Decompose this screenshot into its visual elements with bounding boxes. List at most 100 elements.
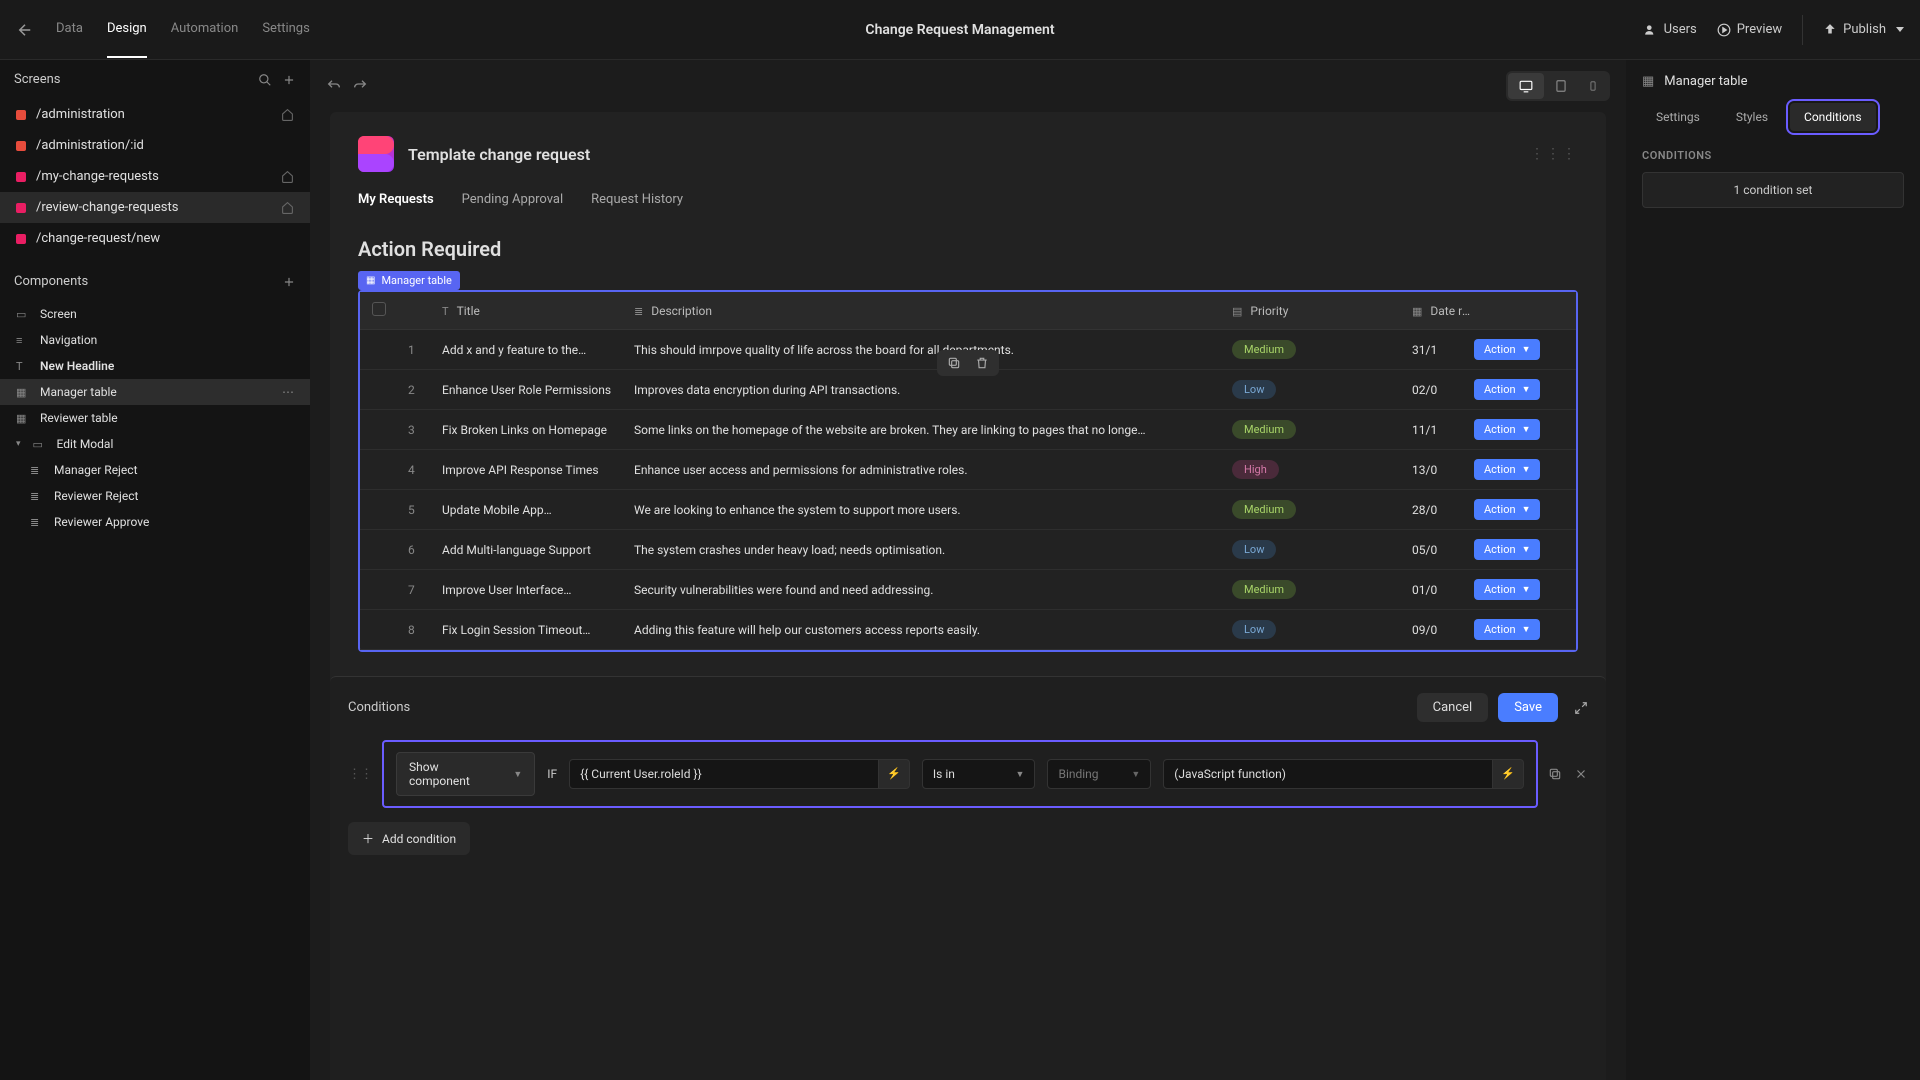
preview-button[interactable]: Preview (1717, 22, 1782, 37)
row-title: Improve User Interface… (442, 583, 634, 597)
priority-badge: Medium (1232, 340, 1296, 359)
tab-conditions[interactable]: Conditions (1790, 103, 1875, 131)
component-item[interactable]: T New Headline (0, 353, 310, 379)
device-tablet[interactable] (1544, 73, 1578, 99)
conditions-section-label: CONDITIONS (1642, 149, 1904, 162)
component-item[interactable]: ≣ Reviewer Reject (0, 483, 310, 509)
bolt-icon[interactable]: ⚡ (879, 759, 910, 789)
table-header: TTitle ≣Description ▤Priority ▦Date requ… (360, 292, 1576, 330)
lhs-input[interactable]: {{ Current User.roleId }} (569, 759, 879, 789)
action-button[interactable]: Action▼ (1474, 379, 1540, 400)
drag-handle-icon[interactable]: ⋮⋮⋮ (1530, 146, 1578, 162)
preview-label: Preview (1737, 22, 1782, 37)
home-icon[interactable] (281, 108, 294, 121)
tab-request-history[interactable]: Request History (591, 192, 683, 207)
expand-icon[interactable]: ▾ (16, 439, 21, 449)
row-date: 02/0 (1412, 383, 1474, 397)
remove-icon[interactable] (1574, 767, 1588, 781)
undo-button[interactable] (326, 78, 342, 94)
table-row[interactable]: 5 Update Mobile App… We are looking to e… (360, 490, 1576, 530)
table-row[interactable]: 6 Add Multi-language Support The system … (360, 530, 1576, 570)
chevron-down-icon: ▼ (1131, 769, 1140, 780)
publish-label: Publish (1843, 22, 1886, 37)
row-number: 4 (408, 463, 442, 477)
component-item[interactable]: ▦ Manager table ⋯ (0, 379, 310, 405)
cancel-button[interactable]: Cancel (1417, 693, 1489, 722)
component-label: Manager table (40, 385, 117, 399)
users-button[interactable]: Users (1644, 22, 1697, 37)
device-mobile[interactable] (1578, 73, 1608, 99)
action-button[interactable]: Action▼ (1474, 419, 1540, 440)
component-item[interactable]: ≡ Navigation (0, 327, 310, 353)
tab-settings[interactable]: Settings (1642, 103, 1714, 131)
delete-icon[interactable] (975, 356, 989, 370)
device-desktop[interactable] (1508, 73, 1544, 99)
add-screen-icon[interactable] (282, 73, 296, 87)
add-condition-button[interactable]: ＋ Add condition (348, 822, 470, 855)
binding-select[interactable]: Binding▼ (1047, 759, 1151, 789)
component-type-icon: ▭ (33, 438, 47, 451)
publish-button[interactable]: Publish (1823, 22, 1904, 37)
duplicate-icon[interactable] (1548, 767, 1562, 781)
nav-automation[interactable]: Automation (171, 1, 239, 58)
search-icon[interactable] (258, 73, 272, 87)
action-button[interactable]: Action▼ (1474, 459, 1540, 480)
manager-table[interactable]: TTitle ≣Description ▤Priority ▦Date requ… (358, 290, 1578, 652)
condition-set-button[interactable]: 1 condition set (1642, 172, 1904, 208)
table-row[interactable]: 3 Fix Broken Links on Homepage Some link… (360, 410, 1576, 450)
screen-item[interactable]: /review-change-requests (0, 192, 310, 223)
component-item[interactable]: ≣ Reviewer Approve (0, 509, 310, 535)
component-item[interactable]: ▦ Reviewer table (0, 405, 310, 431)
action-button[interactable]: Action▼ (1474, 579, 1540, 600)
component-item[interactable]: ≣ Manager Reject (0, 457, 310, 483)
component-item[interactable]: ▭ Screen (0, 301, 310, 327)
row-description: We are looking to enhance the system to … (634, 503, 1232, 517)
row-number: 6 (408, 543, 442, 557)
conditions-panel: Conditions Cancel Save ⋮⋮ Show component… (330, 676, 1606, 1080)
action-select[interactable]: Show component▼ (396, 752, 535, 796)
component-label: Reviewer Approve (54, 515, 149, 529)
table-row[interactable]: 2 Enhance User Role Permissions Improves… (360, 370, 1576, 410)
add-component-icon[interactable] (282, 275, 296, 289)
rhs-input[interactable]: (JavaScript function) (1163, 759, 1493, 789)
nav-settings[interactable]: Settings (262, 1, 309, 58)
screen-item[interactable]: /my-change-requests (0, 161, 310, 192)
select-all-checkbox[interactable] (372, 302, 386, 316)
screen-item[interactable]: /administration (0, 99, 310, 130)
action-button[interactable]: Action▼ (1474, 499, 1540, 520)
list-icon: ▤ (1232, 305, 1242, 318)
action-button[interactable]: Action▼ (1474, 339, 1540, 360)
screen-item[interactable]: /change-request/new (0, 223, 310, 254)
operator-select[interactable]: Is in▼ (922, 759, 1036, 789)
action-button[interactable]: Action▼ (1474, 619, 1540, 640)
nav-data[interactable]: Data (56, 1, 83, 58)
screen-color-dot (16, 110, 26, 120)
nav-design[interactable]: Design (107, 1, 147, 58)
save-button[interactable]: Save (1498, 693, 1558, 722)
tab-my-requests[interactable]: My Requests (358, 192, 434, 207)
screen-name: /change-request/new (36, 231, 160, 246)
table-row[interactable]: 7 Improve User Interface… Security vulne… (360, 570, 1576, 610)
home-icon[interactable] (281, 170, 294, 183)
component-type-icon: ≡ (16, 334, 30, 347)
screen-item[interactable]: /administration/:id (0, 130, 310, 161)
component-label: Reviewer table (40, 411, 118, 425)
back-button[interactable] (16, 21, 36, 39)
redo-button[interactable] (352, 78, 368, 94)
priority-badge: Medium (1232, 580, 1296, 599)
copy-icon[interactable] (947, 356, 961, 370)
row-description: Improves data encryption during API tran… (634, 383, 1232, 397)
tab-pending-approval[interactable]: Pending Approval (462, 192, 564, 207)
home-icon[interactable] (281, 201, 294, 214)
tab-styles[interactable]: Styles (1722, 103, 1782, 131)
screen-color-dot (16, 203, 26, 213)
component-item[interactable]: ▾ ▭ Edit Modal (0, 431, 310, 457)
table-row[interactable]: 8 Fix Login Session Timeout… Adding this… (360, 610, 1576, 650)
bolt-icon[interactable]: ⚡ (1493, 759, 1524, 789)
table-row[interactable]: 4 Improve API Response Times Enhance use… (360, 450, 1576, 490)
more-icon[interactable]: ⋯ (282, 385, 294, 399)
expand-icon[interactable] (1574, 701, 1588, 715)
drag-handle-icon[interactable]: ⋮⋮ (348, 767, 372, 782)
selection-label[interactable]: ▦Manager table (358, 271, 460, 290)
action-button[interactable]: Action▼ (1474, 539, 1540, 560)
